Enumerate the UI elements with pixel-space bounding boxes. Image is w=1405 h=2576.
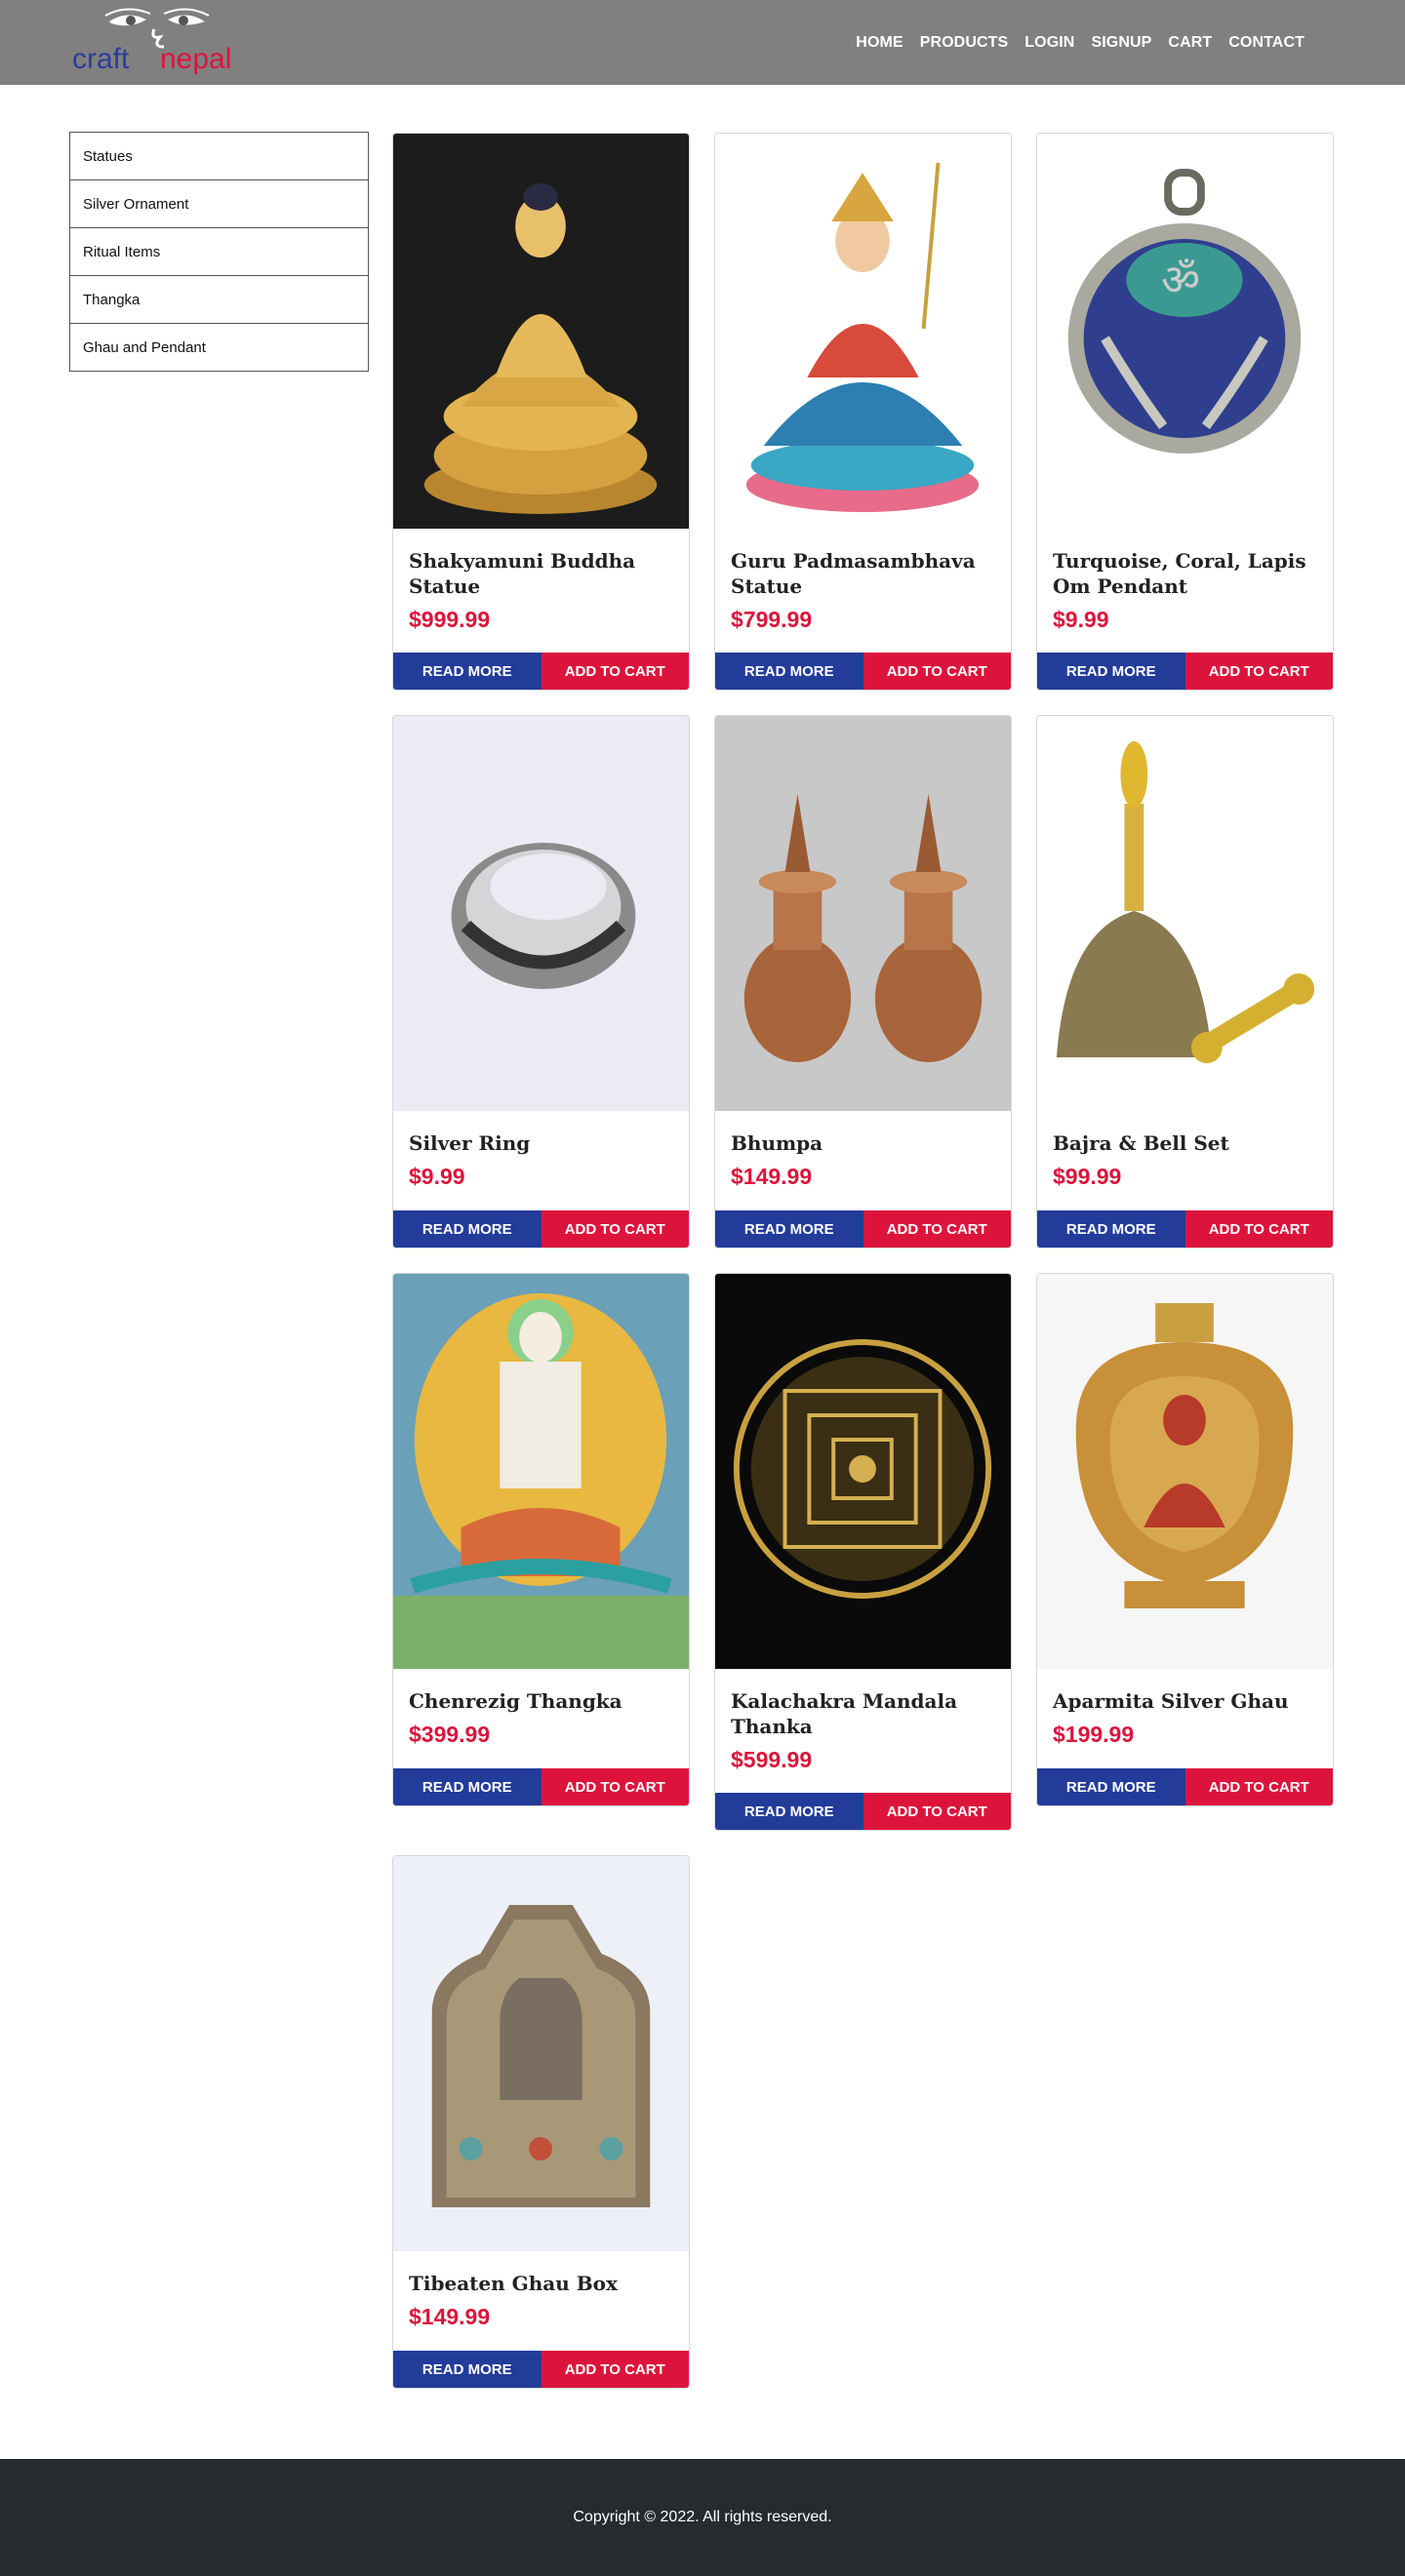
product-actions: READ MORE ADD TO CART (715, 1793, 1011, 1830)
aparmita-ghau-image[interactable] (1037, 1274, 1333, 1669)
add-to-cart-button[interactable]: ADD TO CART (541, 1768, 689, 1805)
add-to-cart-button[interactable]: ADD TO CART (1184, 1210, 1333, 1248)
product-card: Silver Ring $9.99 READ MORE ADD TO CART (392, 715, 690, 1248)
read-more-button[interactable]: READ MORE (1037, 653, 1185, 690)
copper-bhumpa-pair-image[interactable] (715, 716, 1011, 1111)
nav-signup[interactable]: SIGNUP (1091, 34, 1151, 52)
product-price: $799.99 (731, 607, 813, 632)
add-to-cart-button[interactable]: ADD TO CART (863, 653, 1011, 690)
bell-and-vajra-image[interactable] (1037, 716, 1333, 1111)
read-more-button[interactable]: READ MORE (1037, 1768, 1185, 1805)
product-card: Chenrezig Thangka $399.99 READ MORE ADD … (392, 1273, 690, 1806)
add-to-cart-button[interactable]: ADD TO CART (863, 1793, 1011, 1830)
sidebar-item-thangka[interactable]: Thangka (70, 276, 368, 324)
add-to-cart-button[interactable]: ADD TO CART (1184, 653, 1333, 690)
om-pendant-image[interactable]: ॐ (1037, 134, 1333, 529)
product-price: $599.99 (731, 1747, 813, 1772)
add-to-cart-button[interactable]: ADD TO CART (541, 2351, 689, 2388)
product-actions: READ MORE ADD TO CART (1037, 1768, 1333, 1805)
read-more-button[interactable]: READ MORE (715, 1210, 863, 1248)
main-nav: HOME PRODUCTS LOGIN SIGNUP CART CONTACT (839, 0, 1305, 85)
nav-home[interactable]: HOME (856, 34, 903, 52)
product-price: $149.99 (731, 1164, 813, 1189)
product-title[interactable]: Kalachakra Mandala Thanka (715, 1669, 1011, 1739)
product-card: Bajra & Bell Set $99.99 READ MORE ADD TO… (1036, 715, 1334, 1248)
product-title[interactable]: Shakyamuni Buddha Statue (393, 529, 689, 599)
read-more-button[interactable]: READ MORE (715, 653, 863, 690)
read-more-button[interactable]: READ MORE (393, 1210, 542, 1248)
add-to-cart-button[interactable]: ADD TO CART (1184, 1768, 1333, 1805)
product-title[interactable]: Tibeaten Ghau Box (393, 2251, 689, 2296)
add-to-cart-button[interactable]: ADD TO CART (863, 1210, 1011, 1248)
product-price: $199.99 (1053, 1722, 1135, 1747)
read-more-button[interactable]: READ MORE (1037, 1210, 1185, 1248)
site-footer: Copyright © 2022. All rights reserved. (0, 2459, 1405, 2576)
product-price: $9.99 (409, 1164, 465, 1189)
nav-products[interactable]: PRODUCTS (920, 34, 1009, 52)
nav-cart[interactable]: CART (1168, 34, 1212, 52)
logo-text-craft: craft (72, 43, 130, 75)
painted-padmasambhava-statue-image[interactable] (715, 134, 1011, 529)
read-more-button[interactable]: READ MORE (393, 653, 542, 690)
product-actions: READ MORE ADD TO CART (393, 1768, 689, 1805)
product-actions: READ MORE ADD TO CART (393, 1210, 689, 1248)
tibetan-ghau-box-image[interactable] (393, 1856, 689, 2251)
read-more-button[interactable]: READ MORE (715, 1793, 863, 1830)
copyright-text: Copyright © 2022. All rights reserved. (573, 2509, 832, 2525)
sidebar-item-ritual-items[interactable]: Ritual Items (70, 228, 368, 276)
product-price: $9.99 (1053, 607, 1109, 632)
product-card: ॐ Turquoise, Coral, Lapis Om Pendant $9.… (1036, 133, 1334, 691)
product-card: Tibeaten Ghau Box $149.99 READ MORE ADD … (392, 1855, 690, 2389)
product-actions: READ MORE ADD TO CART (715, 1210, 1011, 1248)
product-title[interactable]: Bhumpa (715, 1111, 1011, 1156)
sidebar-item-silver-ornament[interactable]: Silver Ornament (70, 180, 368, 228)
sidebar-item-statues[interactable]: Statues (70, 133, 368, 180)
product-title[interactable]: Silver Ring (393, 1111, 689, 1156)
category-sidebar: Statues Silver Ornament Ritual Items Tha… (69, 132, 369, 372)
read-more-button[interactable]: READ MORE (393, 2351, 542, 2388)
nav-contact[interactable]: CONTACT (1228, 34, 1305, 52)
product-actions: READ MORE ADD TO CART (1037, 1210, 1333, 1248)
product-title[interactable]: Chenrezig Thangka (393, 1669, 689, 1714)
add-to-cart-button[interactable]: ADD TO CART (541, 653, 689, 690)
product-title[interactable]: Guru Padmasambhava Statue (715, 529, 1011, 599)
product-price: $999.99 (409, 607, 491, 632)
product-price: $149.99 (409, 2304, 491, 2329)
golden-buddha-statue-image[interactable] (393, 134, 689, 529)
read-more-button[interactable]: READ MORE (393, 1768, 542, 1805)
product-card: Bhumpa $149.99 READ MORE ADD TO CART (714, 715, 1012, 1248)
product-price: $99.99 (1053, 1164, 1122, 1189)
silver-ring-image[interactable] (393, 716, 689, 1111)
sidebar-item-ghau-and-pendant[interactable]: Ghau and Pendant (70, 324, 368, 372)
craft-nepal-logo[interactable]: craft nepal (70, 8, 241, 78)
chenrezig-thangka-image[interactable] (393, 1274, 689, 1669)
kalachakra-mandala-image[interactable] (715, 1274, 1011, 1669)
product-price: $399.99 (409, 1722, 491, 1747)
logo-text-nepal: nepal (160, 43, 231, 75)
nav-login[interactable]: LOGIN (1024, 34, 1074, 52)
product-card: Shakyamuni Buddha Statue $999.99 READ MO… (392, 133, 690, 691)
svg-text:ॐ: ॐ (1161, 256, 1200, 305)
product-card: Aparmita Silver Ghau $199.99 READ MORE A… (1036, 1273, 1334, 1806)
site-header: craft nepal HOME PRODUCTS LOGIN SIGNUP C… (0, 0, 1405, 85)
add-to-cart-button[interactable]: ADD TO CART (541, 1210, 689, 1248)
product-card: Kalachakra Mandala Thanka $599.99 READ M… (714, 1273, 1012, 1831)
product-title[interactable]: Bajra & Bell Set (1037, 1111, 1333, 1156)
product-title[interactable]: Turquoise, Coral, Lapis Om Pendant (1037, 529, 1333, 599)
product-actions: READ MORE ADD TO CART (1037, 653, 1333, 690)
product-actions: READ MORE ADD TO CART (393, 2351, 689, 2388)
product-actions: READ MORE ADD TO CART (715, 653, 1011, 690)
product-title[interactable]: Aparmita Silver Ghau (1037, 1669, 1333, 1714)
product-actions: READ MORE ADD TO CART (393, 653, 689, 690)
product-card: Guru Padmasambhava Statue $799.99 READ M… (714, 133, 1012, 691)
